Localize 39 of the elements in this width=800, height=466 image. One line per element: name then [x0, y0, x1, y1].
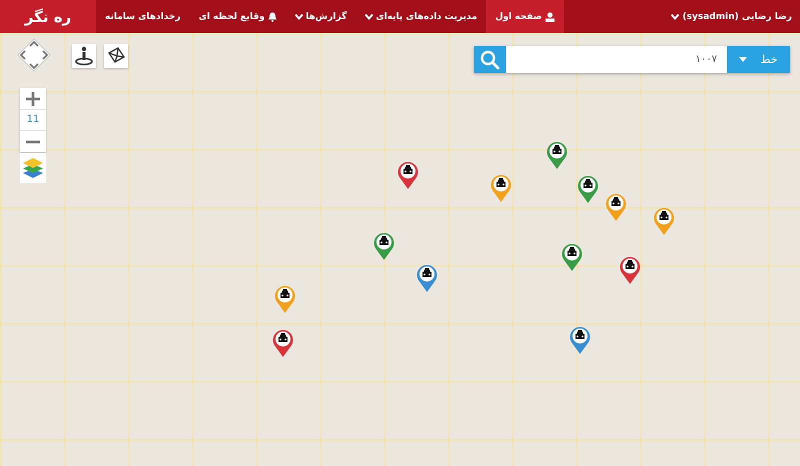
taxi-marker-icon[interactable]	[272, 328, 294, 358]
nav-tab[interactable]: وقایع لحظه ای	[190, 0, 286, 33]
search-button[interactable]	[474, 46, 506, 73]
search-icon	[480, 50, 500, 70]
bell-icon	[268, 12, 277, 22]
layers-button[interactable]	[20, 153, 46, 183]
caret-icon	[294, 14, 303, 20]
taxi-marker-icon[interactable]	[619, 255, 641, 285]
zoom-in-button[interactable]	[20, 88, 46, 109]
pan-control-icon[interactable]	[17, 38, 51, 72]
app-logo-text[interactable]: ره نگر	[0, 0, 96, 33]
caret-icon	[364, 14, 373, 20]
taxi-marker-icon[interactable]	[577, 174, 599, 204]
taxi-marker-icon[interactable]	[569, 325, 591, 355]
taxi-marker-icon[interactable]	[373, 231, 395, 261]
user-icon	[544, 12, 555, 22]
nav-tab[interactable]: صفحه اول	[486, 0, 564, 33]
plus-icon	[26, 92, 40, 106]
taxi-marker-icon[interactable]	[605, 192, 627, 222]
taxi-marker-icon[interactable]	[546, 140, 568, 170]
taxi-marker-icon[interactable]	[653, 206, 675, 236]
measure-button[interactable]	[104, 44, 128, 68]
minus-icon	[26, 140, 40, 144]
search-field[interactable]: ۱۰۰۷	[506, 46, 727, 73]
taxi-marker-icon[interactable]	[397, 160, 419, 190]
nav-tab[interactable]: مدیریت داده‌های پایه‌ای	[356, 0, 486, 33]
nav-tab[interactable]: گزارش‌ها	[286, 0, 356, 33]
taxi-marker-icon[interactable]	[490, 173, 512, 203]
street-view-button[interactable]	[72, 44, 96, 68]
person-icon	[74, 46, 94, 66]
layers-icon	[22, 157, 44, 179]
taxi-marker-icon[interactable]	[416, 263, 438, 293]
zoom-out-button[interactable]	[20, 131, 46, 152]
nav-tab[interactable]: رخدادهای سامانه	[96, 0, 190, 33]
taxi-marker-icon[interactable]	[561, 242, 583, 272]
caret-icon	[670, 14, 679, 20]
user-menu[interactable]: رضا رضایی (sysadmin)	[662, 0, 800, 33]
caret-icon	[739, 57, 748, 62]
taxi-marker-icon[interactable]	[274, 284, 296, 314]
